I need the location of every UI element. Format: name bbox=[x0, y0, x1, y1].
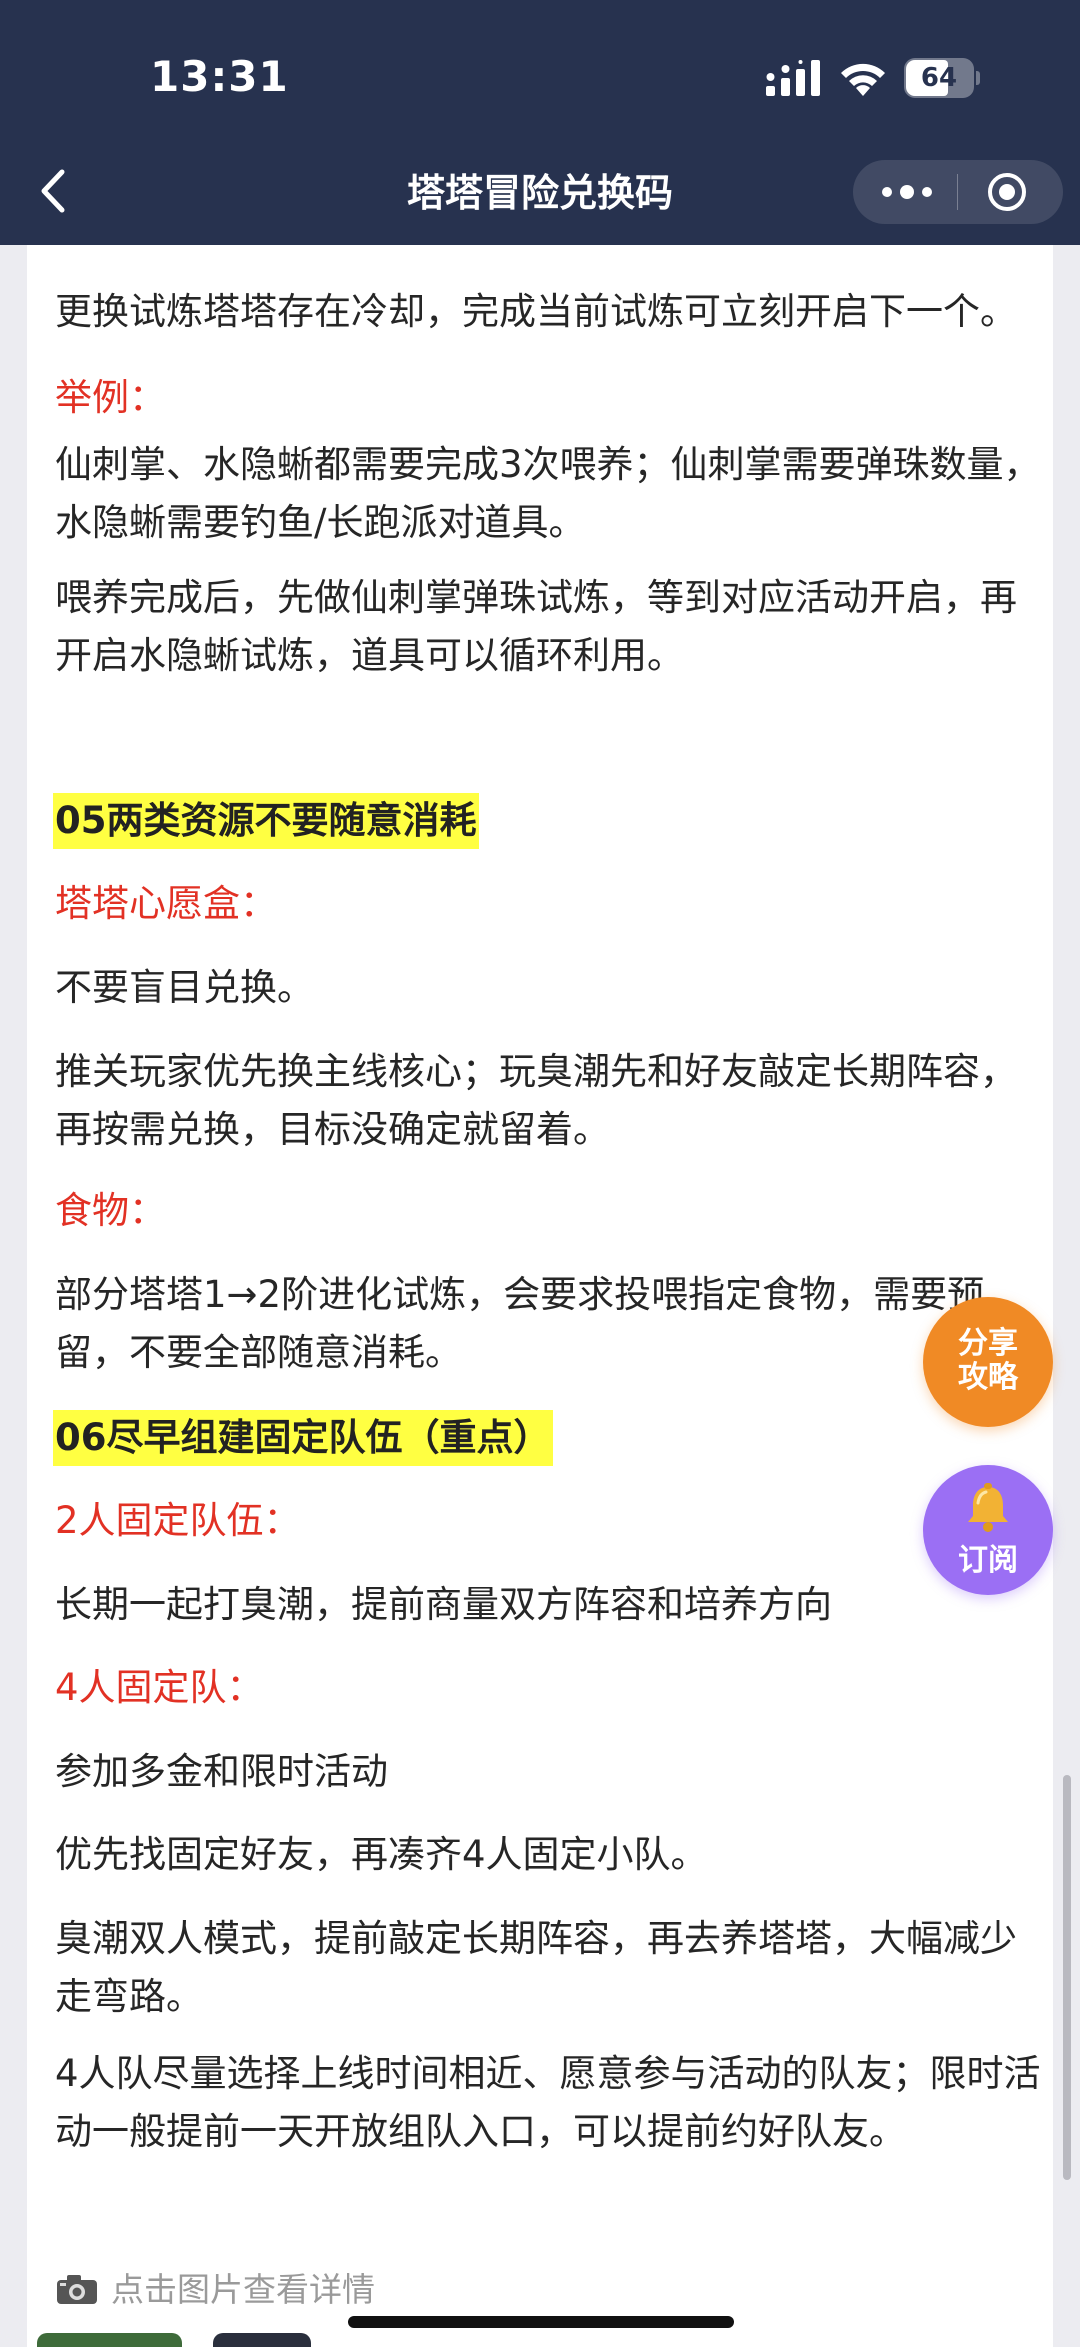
paragraph: 更换试炼塔塔存在冷却，完成当前试炼可立刻开启下一个。 bbox=[55, 290, 1017, 333]
close-target-icon[interactable] bbox=[985, 172, 1029, 212]
battery-icon: 64 bbox=[904, 58, 980, 98]
more-dots-icon[interactable] bbox=[879, 174, 935, 210]
image-thumbnail[interactable] bbox=[213, 2333, 311, 2347]
bell-icon bbox=[968, 1483, 1008, 1532]
section-label-food: 食物： bbox=[55, 1189, 166, 1232]
subscribe-button[interactable]: 订阅 bbox=[923, 1465, 1053, 1595]
image-thumbnail[interactable] bbox=[37, 2333, 182, 2347]
paragraph: 4人队尽量选择上线时间相近、愿意参与活动的队友；限时活动一般提前一天开放组队入口… bbox=[55, 2052, 1041, 2153]
battery-level: 64 bbox=[920, 63, 958, 93]
paragraph: 不要盲目兑换。 bbox=[55, 966, 314, 1009]
image-caption[interactable]: 点击图片查看详情 bbox=[55, 2265, 375, 2315]
camera-icon bbox=[57, 2275, 97, 2304]
paragraph: 优先找固定好友，再凑齐4人固定小队。 bbox=[55, 1833, 708, 1876]
paragraph: 臭潮双人模式，提前敲定长期阵容，再去养塔塔，大幅减少走弯路。 bbox=[55, 1917, 1017, 2018]
section-heading-06: 06尽早组建固定队伍（重点） bbox=[53, 1410, 553, 1466]
back-arrow-icon[interactable] bbox=[30, 166, 80, 216]
section-label-team-2: 2人固定队伍： bbox=[55, 1499, 301, 1542]
status-time: 13:31 bbox=[150, 52, 289, 101]
paragraph: 推关玩家优先换主线核心；玩臭潮先和好友敲定长期阵容，再按需兑换，目标没确定就留着… bbox=[55, 1050, 1017, 1151]
share-guide-label: 分享攻略 bbox=[958, 1326, 1018, 1395]
wifi-icon bbox=[841, 63, 885, 96]
capsule-divider bbox=[957, 174, 958, 210]
scrollbar[interactable] bbox=[1063, 1775, 1071, 2180]
mini-program-capsule bbox=[853, 160, 1063, 224]
article-content: 更换试炼塔塔存在冷却，完成当前试炼可立刻开启下一个。 举例： 仙刺掌、水隐蜥都需… bbox=[27, 245, 1053, 2347]
header: 13:31 64 塔塔冒险兑换码 bbox=[0, 0, 1080, 245]
subscribe-label: 订阅 bbox=[958, 1543, 1018, 1578]
share-guide-button[interactable]: 分享攻略 bbox=[923, 1297, 1053, 1427]
paragraph: 参加多金和限时活动 bbox=[55, 1750, 388, 1793]
home-indicator bbox=[348, 2316, 734, 2328]
paragraph: 长期一起打臭潮，提前商量双方阵容和培养方向 bbox=[55, 1583, 832, 1626]
image-caption-text: 点击图片查看详情 bbox=[111, 2270, 375, 2309]
section-label-team-4: 4人固定队： bbox=[55, 1666, 264, 1709]
page-title: 塔塔冒险兑换码 bbox=[406, 171, 673, 215]
section-label-example: 举例： bbox=[55, 376, 166, 419]
section-label-wish-box: 塔塔心愿盒： bbox=[55, 882, 277, 925]
paragraph: 部分塔塔1→2阶进化试炼，会要求投喂指定食物，需要预留，不要全部随意消耗。 bbox=[55, 1273, 985, 1374]
section-heading-05: 05两类资源不要随意消耗 bbox=[53, 793, 479, 849]
paragraph: 仙刺掌、水隐蜥都需要完成3次喂养；仙刺掌需要弹珠数量，水隐蜥需要钓鱼/长跑派对道… bbox=[55, 443, 1041, 544]
paragraph: 喂养完成后，先做仙刺掌弹珠试炼，等到对应活动开启，再开启水隐蜥试炼，道具可以循环… bbox=[55, 576, 1017, 677]
signal-icon bbox=[766, 60, 820, 96]
